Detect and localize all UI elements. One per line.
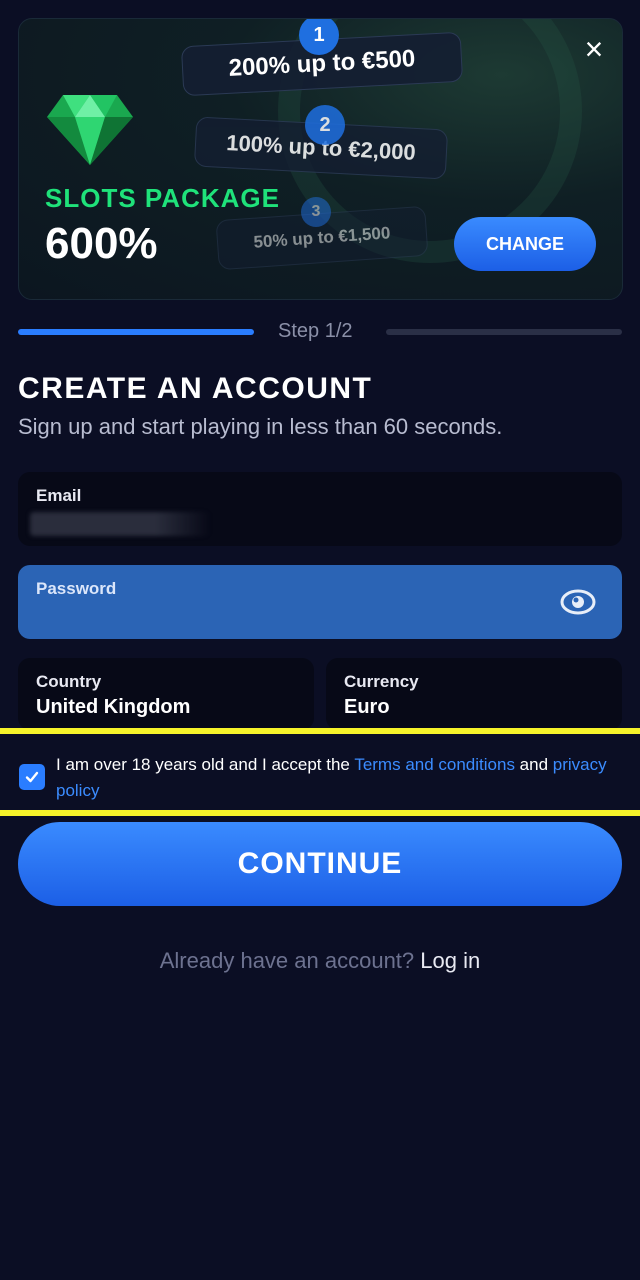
country-select[interactable]: Country United Kingdom xyxy=(18,658,314,730)
terms-text-before: I am over 18 years old and I accept the xyxy=(56,755,355,774)
login-prompt: Already have an account? xyxy=(159,948,415,973)
currency-label: Currency xyxy=(344,672,419,691)
step-label: Step 1/2 xyxy=(278,320,353,342)
highlight-line-top xyxy=(0,728,640,734)
page-title: CREATE AN ACCOUNT xyxy=(18,372,373,405)
login-prompt-row: Already have an account? Log in xyxy=(0,948,640,974)
close-icon[interactable]: × xyxy=(576,31,612,67)
package-name: SLOTS PACKAGE xyxy=(45,183,280,213)
offer-step-badge: 3 xyxy=(301,197,331,227)
show-password-eye-icon[interactable] xyxy=(560,585,596,619)
change-package-button[interactable]: CHANGE xyxy=(454,217,596,271)
terms-checkbox[interactable] xyxy=(19,764,45,790)
password-field[interactable]: Password xyxy=(18,565,622,639)
continue-button[interactable]: CONTINUE xyxy=(18,822,622,906)
terms-and-conditions-link[interactable]: Terms and conditions xyxy=(354,755,515,774)
checkmark-icon xyxy=(25,771,39,783)
terms-text-middle: and xyxy=(514,755,553,774)
login-link[interactable]: Log in xyxy=(420,948,480,973)
emerald-gem-icon xyxy=(47,95,133,165)
page-subtitle: Sign up and start playing in less than 6… xyxy=(18,414,503,439)
progress-bar-inactive xyxy=(386,329,622,335)
bonus-banner: 200% up to €500 100% up to €2,000 50% up… xyxy=(18,18,623,300)
highlight-line-bottom xyxy=(0,810,640,816)
currency-value: Euro xyxy=(344,696,390,718)
currency-select[interactable]: Currency Euro xyxy=(326,658,622,730)
password-label: Password xyxy=(36,579,117,598)
step-progress: Step 1/2 xyxy=(18,320,622,342)
progress-bar-active xyxy=(18,329,254,335)
terms-text: I am over 18 years old and I accept the … xyxy=(56,752,616,804)
email-field[interactable]: Email xyxy=(18,472,622,546)
email-value-redacted xyxy=(30,512,210,536)
email-label: Email xyxy=(36,486,82,505)
country-label: Country xyxy=(36,672,102,691)
package-percent: 600% xyxy=(45,219,158,268)
offer-step-badge: 2 xyxy=(305,105,345,145)
offer-text: 50% up to €1,500 xyxy=(252,223,391,252)
country-value: United Kingdom xyxy=(36,696,191,718)
